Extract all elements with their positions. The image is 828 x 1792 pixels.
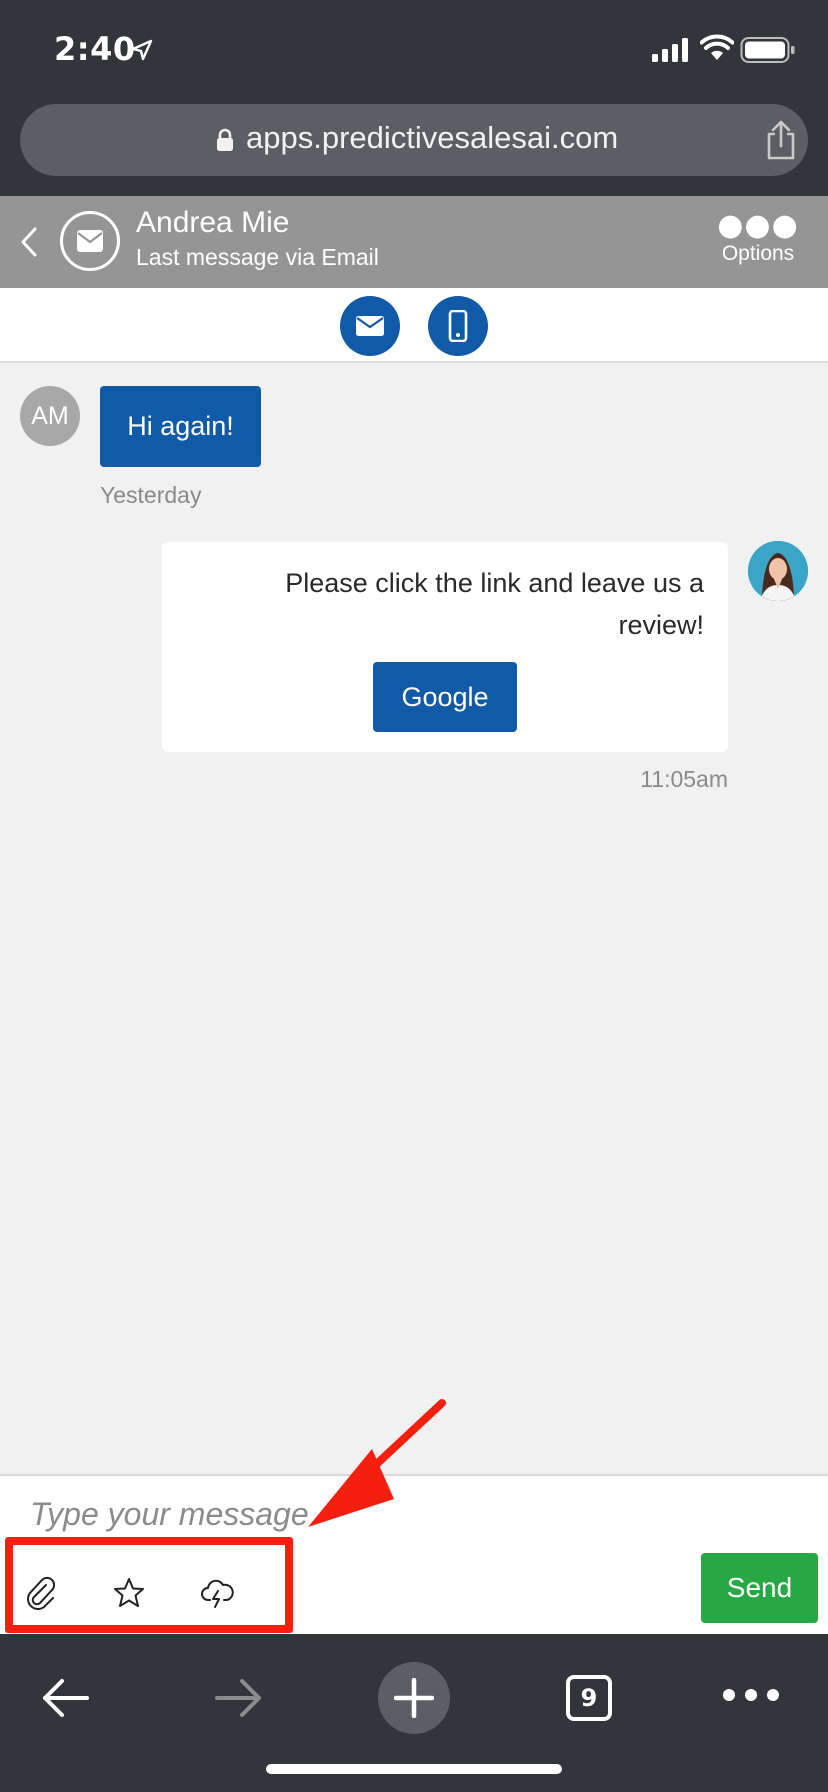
status-time: 2:40 (54, 30, 136, 68)
options-label: Options (721, 242, 795, 265)
back-arrow-icon[interactable] (40, 1678, 90, 1718)
more-menu-icon[interactable] (722, 1688, 780, 1702)
envelope-icon (77, 230, 103, 252)
annotation-arrow-icon (308, 1399, 446, 1527)
plus-icon (394, 1678, 434, 1718)
url-text[interactable]: apps.predictivesalesai.com (246, 120, 618, 156)
channel-email-badge (60, 211, 120, 271)
back-chevron-icon[interactable] (18, 226, 40, 258)
conversation-header: Andrea Mie Last message via Email ●●● Op… (0, 196, 828, 288)
address-bar[interactable]: apps.predictivesalesai.com (20, 104, 808, 176)
email-channel-button[interactable] (340, 296, 400, 356)
tab-switcher-button[interactable]: 9 (566, 1675, 612, 1721)
cellular-signal-icon (652, 38, 688, 62)
share-icon[interactable] (764, 120, 798, 160)
envelope-icon (356, 316, 384, 336)
wifi-icon (700, 34, 734, 60)
incoming-message-bubble: Hi again! (100, 386, 261, 467)
google-review-link-button[interactable]: Google (373, 662, 517, 732)
new-tab-button[interactable] (378, 1662, 450, 1734)
incoming-message-timestamp: Yesterday (100, 482, 202, 508)
location-arrow-icon (131, 39, 153, 61)
options-button[interactable]: ●●● Options (712, 208, 804, 266)
battery-icon (740, 37, 795, 63)
browser-address-area: apps.predictivesalesai.com (0, 92, 828, 196)
contact-name: Andrea Mie (136, 206, 290, 239)
agent-avatar (748, 541, 808, 601)
mobile-phone-icon (448, 310, 468, 342)
sms-channel-button[interactable] (428, 296, 488, 356)
channel-switcher (0, 288, 828, 363)
send-button[interactable]: Send (701, 1553, 818, 1623)
last-message-channel: Last message via Email (136, 244, 379, 270)
agent-photo-icon (748, 541, 808, 601)
more-dots-icon: ●●● (717, 208, 799, 243)
contact-avatar: AM (20, 386, 80, 446)
outgoing-message-timestamp: 11:05am (640, 766, 728, 792)
outgoing-message-text: Please click the link and leave us a rev… (285, 568, 704, 640)
home-indicator (266, 1764, 562, 1774)
status-bar: 2:40 (0, 0, 828, 92)
outgoing-message-bubble: Please click the link and leave us a rev… (162, 542, 728, 752)
annotation-highlight-box (5, 1537, 293, 1633)
lock-icon (217, 128, 233, 151)
forward-arrow-icon[interactable] (214, 1678, 264, 1718)
